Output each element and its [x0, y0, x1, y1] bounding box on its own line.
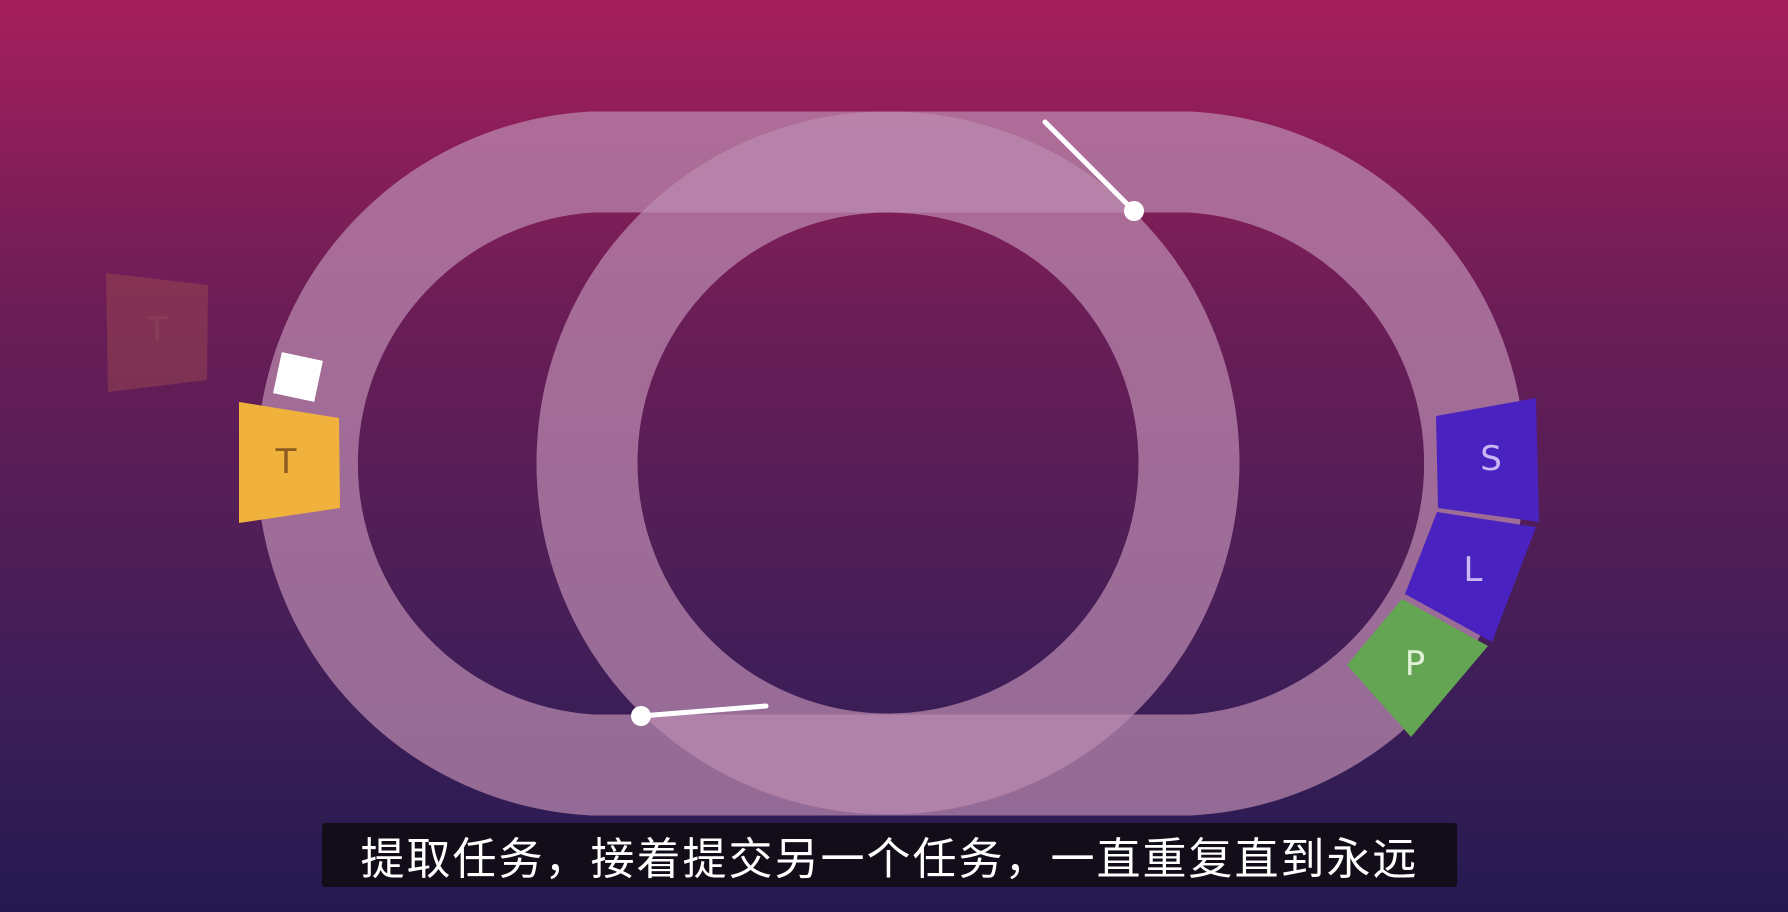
- s-segment: S: [1436, 398, 1539, 522]
- t-segment: T: [239, 402, 340, 523]
- loop-track: [256, 111, 1526, 816]
- t-segment-label: T: [275, 442, 297, 482]
- subtitle-text: 提取任务，接着提交另一个任务，一直重复直到永远: [360, 834, 1419, 885]
- p-segment-label: P: [1405, 644, 1426, 684]
- bottom-pointer-knob: [631, 706, 651, 726]
- faded-t-label: T: [146, 310, 168, 350]
- outer-loop-left: [256, 111, 1526, 816]
- task-square: [273, 352, 323, 402]
- inner-loop-circle: [536, 111, 1240, 815]
- l-segment-label: L: [1464, 550, 1483, 590]
- top-pointer-knob: [1124, 201, 1144, 221]
- faded-t-segment: T: [106, 273, 208, 392]
- subtitle-box: 提取任务，接着提交另一个任务，一直重复直到永远: [322, 823, 1457, 887]
- s-segment-label: S: [1480, 439, 1502, 479]
- event-loop-diagram: S L P T T: [106, 111, 1539, 816]
